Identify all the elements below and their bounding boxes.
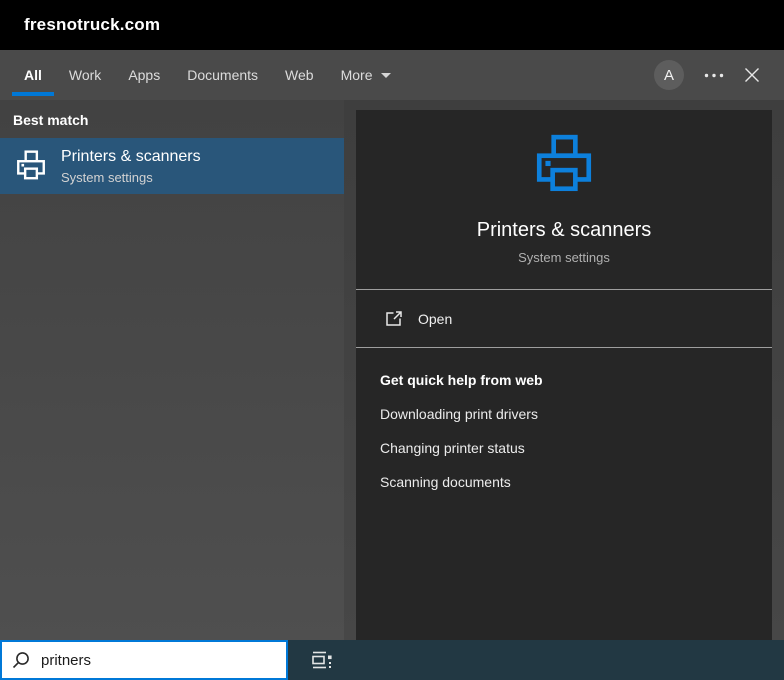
best-match-result[interactable]: Printers & scanners System settings	[0, 138, 344, 194]
tab-more[interactable]: More	[341, 50, 391, 100]
tab-work-label: Work	[69, 67, 101, 83]
preview-panel: Printers & scanners System settings Open…	[356, 110, 772, 640]
tab-list: All Work Apps Documents Web More	[24, 50, 391, 100]
preview-subtitle: System settings	[356, 250, 772, 265]
open-action[interactable]: Open	[356, 290, 772, 347]
quick-help-heading: Get quick help from web	[380, 372, 748, 388]
tab-all-label: All	[24, 67, 42, 83]
best-match-text: Printers & scanners System settings	[61, 148, 201, 185]
search-results-area: Best match Printers & scanners System se…	[0, 100, 784, 640]
avatar-initial: A	[664, 67, 674, 84]
best-match-section-label: Best match	[13, 112, 344, 128]
window-title: fresnotruck.com	[24, 15, 160, 35]
magnifier-icon	[12, 651, 30, 669]
best-match-subtitle: System settings	[61, 170, 201, 185]
preview-hero: Printers & scanners System settings	[356, 110, 772, 289]
window-titlebar: fresnotruck.com	[0, 0, 784, 50]
open-action-label: Open	[418, 311, 452, 327]
help-link-scanning-documents[interactable]: Scanning documents	[380, 474, 748, 490]
tabbar-controls: A	[654, 60, 760, 90]
printer-icon	[14, 149, 48, 183]
help-link-printer-status[interactable]: Changing printer status	[380, 440, 748, 456]
best-match-title: Printers & scanners	[61, 148, 201, 166]
tab-documents-label: Documents	[187, 67, 258, 83]
tab-apps-label: Apps	[128, 67, 160, 83]
tab-all[interactable]: All	[24, 50, 42, 100]
search-box[interactable]	[0, 640, 288, 680]
panel-gap	[344, 100, 356, 640]
help-link-download-drivers[interactable]: Downloading print drivers	[380, 406, 748, 422]
tab-web[interactable]: Web	[285, 50, 314, 100]
avatar[interactable]: A	[654, 60, 684, 90]
tab-apps[interactable]: Apps	[128, 50, 160, 100]
more-options-button[interactable]	[704, 73, 724, 78]
search-tab-bar: All Work Apps Documents Web More A	[0, 50, 784, 100]
close-icon	[744, 67, 760, 83]
ellipsis-icon	[704, 73, 724, 78]
tab-documents[interactable]: Documents	[187, 50, 258, 100]
tab-work[interactable]: Work	[69, 50, 101, 100]
results-panel: Best match Printers & scanners System se…	[0, 100, 344, 640]
printer-icon	[531, 132, 597, 198]
tab-web-label: Web	[285, 67, 314, 83]
search-input[interactable]	[41, 652, 276, 669]
tab-more-label: More	[341, 67, 373, 83]
search-filter-icon	[310, 648, 334, 672]
search-filter-button[interactable]	[310, 648, 334, 672]
open-external-icon	[384, 309, 404, 329]
taskbar-search-bar	[0, 640, 784, 680]
quick-help-section: Get quick help from web Downloading prin…	[356, 348, 772, 490]
preview-title: Printers & scanners	[356, 219, 772, 242]
chevron-down-icon	[381, 73, 391, 78]
close-search-button[interactable]	[744, 67, 760, 83]
